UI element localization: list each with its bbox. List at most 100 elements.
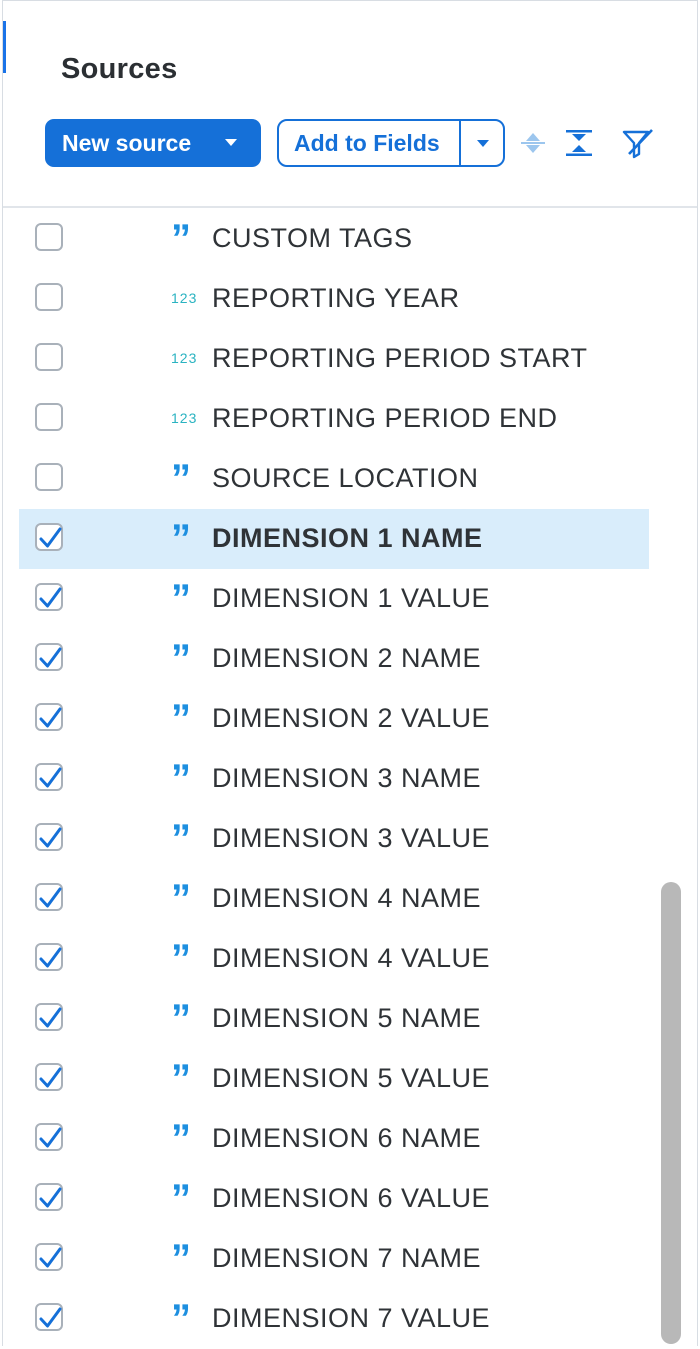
field-label: REPORTING PERIOD START — [212, 343, 588, 373]
field-checkbox[interactable] — [35, 1183, 63, 1211]
field-row[interactable]: ” DIMENSION 2 NAME — [3, 629, 663, 689]
field-label: DIMENSION 1 VALUE — [212, 583, 491, 613]
field-checkbox[interactable] — [35, 1063, 63, 1091]
text-type-icon: ” — [171, 1057, 191, 1101]
field-checkbox[interactable] — [35, 223, 63, 251]
field-checkbox[interactable] — [35, 343, 63, 371]
clear-filter-icon[interactable] — [621, 127, 653, 159]
field-row[interactable]: ” DIMENSION 5 VALUE — [3, 1049, 663, 1109]
field-row[interactable]: 123 REPORTING PERIOD START — [3, 329, 663, 389]
field-row[interactable]: ” DIMENSION 3 NAME — [3, 749, 663, 809]
checkmark-icon — [39, 827, 62, 848]
field-label: DIMENSION 4 VALUE — [212, 943, 491, 973]
add-to-fields-button[interactable]: Add to Fields — [277, 119, 505, 167]
checkmark-icon — [39, 887, 62, 908]
header-divider — [3, 206, 697, 208]
checkmark-icon — [39, 1187, 62, 1208]
checkmark-icon — [39, 767, 62, 788]
text-type-icon: ” — [171, 517, 191, 561]
text-type-icon: ” — [171, 937, 191, 981]
field-checkbox[interactable] — [35, 763, 63, 791]
number-type-icon: 123 — [171, 410, 198, 426]
field-label: DIMENSION 7 NAME — [212, 1243, 482, 1273]
text-type-icon: ” — [171, 217, 191, 261]
checkmark-icon — [39, 587, 62, 608]
edge-accent — [3, 21, 6, 73]
field-row[interactable]: ” CUSTOM TAGS — [3, 209, 663, 269]
field-row[interactable]: ” DIMENSION 7 VALUE — [3, 1289, 663, 1349]
field-checkbox[interactable] — [35, 403, 63, 431]
field-checkbox[interactable] — [35, 463, 63, 491]
checkmark-icon — [39, 707, 62, 728]
add-to-fields-dropdown[interactable] — [459, 121, 505, 165]
sources-panel: Sources New source Add to Fields ” CUSTO… — [2, 0, 698, 1346]
checkmark-icon — [39, 647, 62, 668]
field-row[interactable]: 123 REPORTING YEAR — [3, 269, 663, 329]
add-to-fields-label: Add to Fields — [294, 129, 440, 156]
checkmark-icon — [39, 1127, 62, 1148]
field-checkbox[interactable] — [35, 583, 63, 611]
checkmark-icon — [39, 1007, 62, 1028]
field-checkbox[interactable] — [35, 283, 63, 311]
field-row[interactable]: ” DIMENSION 4 NAME — [3, 869, 663, 929]
field-row[interactable]: ” DIMENSION 6 VALUE — [3, 1169, 663, 1229]
panel-title: Sources — [61, 53, 178, 85]
field-row[interactable]: 123 REPORTING PERIOD END — [3, 389, 663, 449]
field-label: REPORTING YEAR — [212, 283, 460, 313]
text-type-icon: ” — [171, 877, 191, 921]
text-type-icon: ” — [171, 1177, 191, 1221]
field-label: DIMENSION 5 VALUE — [212, 1063, 491, 1093]
field-label: DIMENSION 7 VALUE — [212, 1303, 491, 1333]
field-row[interactable]: ” SOURCE LOCATION — [3, 449, 663, 509]
field-checkbox[interactable] — [35, 883, 63, 911]
field-checkbox[interactable] — [35, 1003, 63, 1031]
field-row[interactable]: ” DIMENSION 2 VALUE — [3, 689, 663, 749]
text-type-icon: ” — [171, 1117, 191, 1161]
field-row[interactable]: ” DIMENSION 5 NAME — [3, 989, 663, 1049]
number-type-icon: 123 — [171, 350, 198, 366]
text-type-icon: ” — [171, 577, 191, 621]
new-source-button[interactable]: New source — [45, 119, 261, 167]
field-label: DIMENSION 2 NAME — [212, 643, 482, 673]
field-checkbox[interactable] — [35, 823, 63, 851]
field-label: DIMENSION 5 NAME — [212, 1003, 482, 1033]
scrollbar-thumb[interactable] — [661, 882, 681, 1344]
checkmark-icon — [39, 1307, 62, 1328]
field-checkbox[interactable] — [35, 1243, 63, 1271]
field-checkbox[interactable] — [35, 523, 63, 551]
text-type-icon: ” — [171, 1237, 191, 1281]
field-label: SOURCE LOCATION — [212, 463, 479, 493]
field-checkbox[interactable] — [35, 943, 63, 971]
field-row[interactable]: ” DIMENSION 7 NAME — [3, 1229, 663, 1289]
text-type-icon: ” — [171, 817, 191, 861]
new-source-label: New source — [62, 129, 192, 156]
checkmark-icon — [39, 527, 62, 548]
field-label: DIMENSION 1 NAME — [212, 523, 483, 553]
field-row[interactable]: ” DIMENSION 3 VALUE — [3, 809, 663, 869]
checkmark-icon — [39, 1247, 62, 1268]
chevron-down-icon — [477, 140, 489, 147]
text-type-icon: ” — [171, 997, 191, 1041]
field-label: REPORTING PERIOD END — [212, 403, 558, 433]
field-label: DIMENSION 6 VALUE — [212, 1183, 491, 1213]
text-type-icon: ” — [171, 637, 191, 681]
field-row[interactable]: ” DIMENSION 4 VALUE — [3, 929, 663, 989]
number-type-icon: 123 — [171, 290, 198, 306]
field-row[interactable]: ” DIMENSION 1 NAME — [19, 509, 649, 569]
field-label: DIMENSION 3 NAME — [212, 763, 482, 793]
field-list: ” CUSTOM TAGS 123 REPORTING YEAR 123 REPORTIN… — [3, 209, 663, 1349]
text-type-icon: ” — [171, 1297, 191, 1341]
checkmark-icon — [39, 947, 62, 968]
field-checkbox[interactable] — [35, 1123, 63, 1151]
collapse-icon[interactable] — [563, 127, 595, 159]
field-row[interactable]: ” DIMENSION 6 NAME — [3, 1109, 663, 1169]
text-type-icon: ” — [171, 457, 191, 501]
field-checkbox[interactable] — [35, 1303, 63, 1331]
sort-icon[interactable] — [517, 127, 549, 159]
checkmark-icon — [39, 1067, 62, 1088]
field-checkbox[interactable] — [35, 703, 63, 731]
field-checkbox[interactable] — [35, 643, 63, 671]
field-label: DIMENSION 4 NAME — [212, 883, 482, 913]
field-row[interactable]: ” DIMENSION 1 VALUE — [3, 569, 663, 629]
field-label: DIMENSION 3 VALUE — [212, 823, 491, 853]
